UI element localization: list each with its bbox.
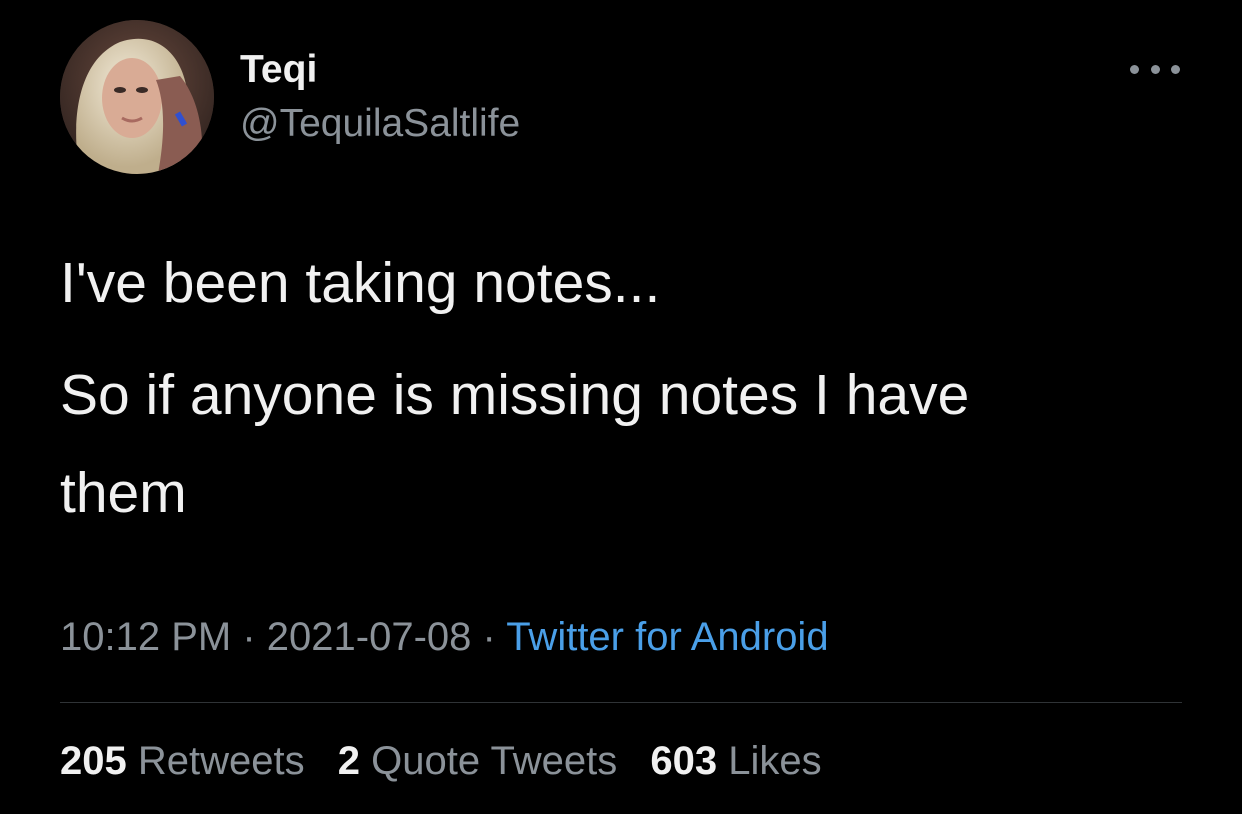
likes-stat[interactable]: 603 Likes [650,739,821,783]
dot [1130,64,1139,74]
retweets-stat[interactable]: 205 Retweets [60,739,305,783]
quote-tweets-label: Quote Tweets [371,739,618,783]
separator: · [471,615,507,659]
tweet-source-link[interactable]: Twitter for Android [506,615,828,659]
tweet-metadata: 10:12 PM · 2021-07-08 · Twitter for Andr… [60,612,829,662]
tweet-time[interactable]: 10:12 PM [60,615,231,659]
tweet-detail: Teqi @TequilaSaltlife I've been taking n… [0,0,1242,814]
avatar-image [60,20,214,174]
likes-count: 603 [650,739,718,783]
divider [60,702,1182,703]
quote-tweets-stat[interactable]: 2 Quote Tweets [338,739,617,783]
retweets-count: 205 [60,739,127,783]
separator: · [231,615,267,659]
dot [1171,64,1180,74]
retweets-label: Retweets [137,739,305,783]
more-horizontal-icon[interactable] [1130,58,1180,80]
tweet-date[interactable]: 2021-07-08 [267,615,472,659]
tweet-text-line: So if anyone is missing notes I have [60,363,970,427]
user-handle[interactable]: @TequilaSaltlife [240,102,520,146]
tweet-text-line: them [60,461,187,525]
likes-label: Likes [728,739,822,783]
dot [1150,64,1160,74]
tweet-text-line: I've been taking notes... [60,251,661,315]
avatar[interactable] [60,20,214,174]
display-name[interactable]: Teqi [240,48,317,92]
tweet-stats: 205 Retweets 2 Quote Tweets 603 Likes [60,736,844,786]
quote-tweets-count: 2 [337,739,360,783]
